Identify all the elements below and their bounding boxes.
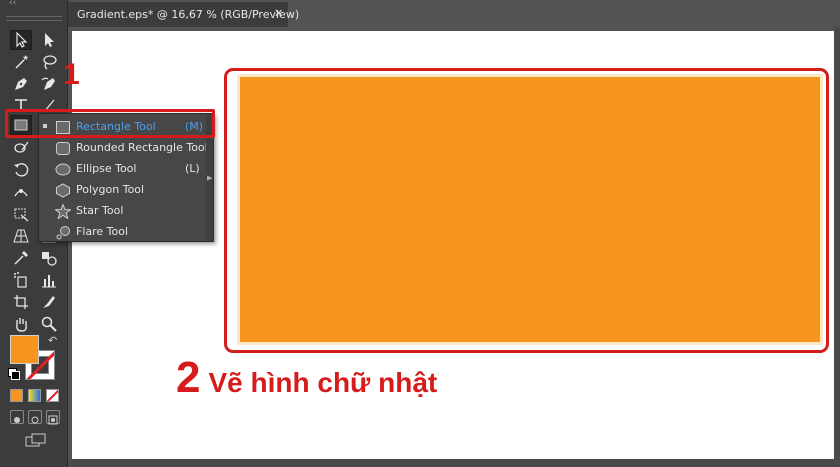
flyout-item-ellipse-tool[interactable]: Ellipse Tool (L) — [39, 159, 207, 180]
color-mode-icon[interactable] — [10, 389, 23, 402]
flyout-item-polygon-tool[interactable]: Polygon Tool — [39, 180, 207, 201]
paintbrush-tool-icon[interactable] — [10, 138, 32, 158]
pen-tool-icon[interactable] — [10, 74, 32, 94]
step-2-text: Vẽ hình chữ nhật — [208, 367, 438, 398]
flyout-item-star-tool[interactable]: Star Tool — [39, 201, 207, 222]
rounded-rectangle-icon — [56, 142, 70, 155]
lasso-tool-icon[interactable] — [38, 52, 60, 72]
vertical-scrollbar[interactable] — [834, 27, 840, 467]
width-tool-icon[interactable] — [10, 182, 32, 202]
draw-inside-icon[interactable] — [46, 410, 60, 425]
document-tab-title: Gradient.eps* @ 16,67 % (RGB/Preview) — [77, 8, 300, 21]
ellipse-icon — [55, 163, 71, 176]
column-graph-tool-icon[interactable] — [38, 270, 60, 290]
tearoff-arrow-icon: ▶ — [207, 174, 213, 182]
screen-mode-icon[interactable] — [25, 432, 47, 447]
close-tab-icon[interactable]: ✕ — [274, 7, 283, 20]
flyout-item-label: Flare Tool — [76, 225, 129, 238]
draw-behind-icon[interactable] — [28, 410, 42, 424]
annotation-highlight-1 — [5, 109, 215, 138]
tools-panel-header[interactable]: ‹‹ — [0, 0, 68, 12]
direct-selection-tool-icon[interactable] — [38, 30, 60, 50]
perspective-grid-tool-icon[interactable] — [10, 226, 32, 246]
polygon-icon — [56, 183, 70, 198]
slice-tool-icon[interactable] — [38, 292, 60, 312]
tools-panel-grip[interactable] — [6, 16, 62, 21]
horizontal-scrollbar[interactable] — [68, 459, 840, 467]
flyout-item-shortcut: (L) — [185, 162, 200, 175]
zoom-tool-icon[interactable] — [38, 314, 60, 334]
flyout-item-flare-tool[interactable]: Flare Tool — [39, 222, 207, 243]
none-mode-icon[interactable] — [46, 389, 59, 402]
selection-tool-icon[interactable] — [10, 30, 32, 50]
artboard-tool-icon[interactable] — [10, 292, 32, 312]
step-1-number: 1 — [63, 58, 80, 91]
eyedropper-tool-icon[interactable] — [10, 248, 32, 268]
magic-wand-tool-icon[interactable] — [10, 52, 32, 72]
document-tab[interactable]: Gradient.eps* @ 16,67 % (RGB/Preview) ✕ — [68, 2, 299, 27]
symbol-sprayer-tool-icon[interactable] — [10, 270, 32, 290]
blend-tool-icon[interactable] — [38, 248, 60, 268]
default-fill-stroke-icon[interactable] — [8, 368, 20, 380]
swap-fill-stroke-icon[interactable]: ↶ — [48, 334, 57, 347]
flyout-item-label: Rounded Rectangle Tool — [76, 141, 208, 154]
step-2-caption: 2 Vẽ hình chữ nhật — [176, 353, 437, 403]
flyout-item-label: Polygon Tool — [76, 183, 145, 196]
draw-normal-icon[interactable] — [10, 410, 24, 424]
gradient-mode-icon[interactable] — [28, 389, 41, 402]
annotation-highlight-2 — [224, 68, 829, 353]
flyout-item-label: Ellipse Tool — [76, 162, 137, 175]
curvature-tool-icon[interactable] — [38, 74, 60, 94]
star-icon — [55, 204, 71, 219]
flyout-item-rounded-rectangle-tool[interactable]: Rounded Rectangle Tool — [39, 138, 208, 159]
collapse-icon[interactable]: ‹‹ — [9, 0, 16, 8]
step-2-number: 2 — [176, 353, 201, 402]
flyout-item-label: Star Tool — [76, 204, 124, 217]
flare-icon — [56, 226, 70, 240]
fill-swatch[interactable] — [10, 335, 39, 364]
free-transform-tool-icon[interactable] — [10, 204, 32, 224]
hand-tool-icon[interactable] — [10, 314, 32, 334]
rotate-tool-icon[interactable] — [10, 160, 32, 180]
